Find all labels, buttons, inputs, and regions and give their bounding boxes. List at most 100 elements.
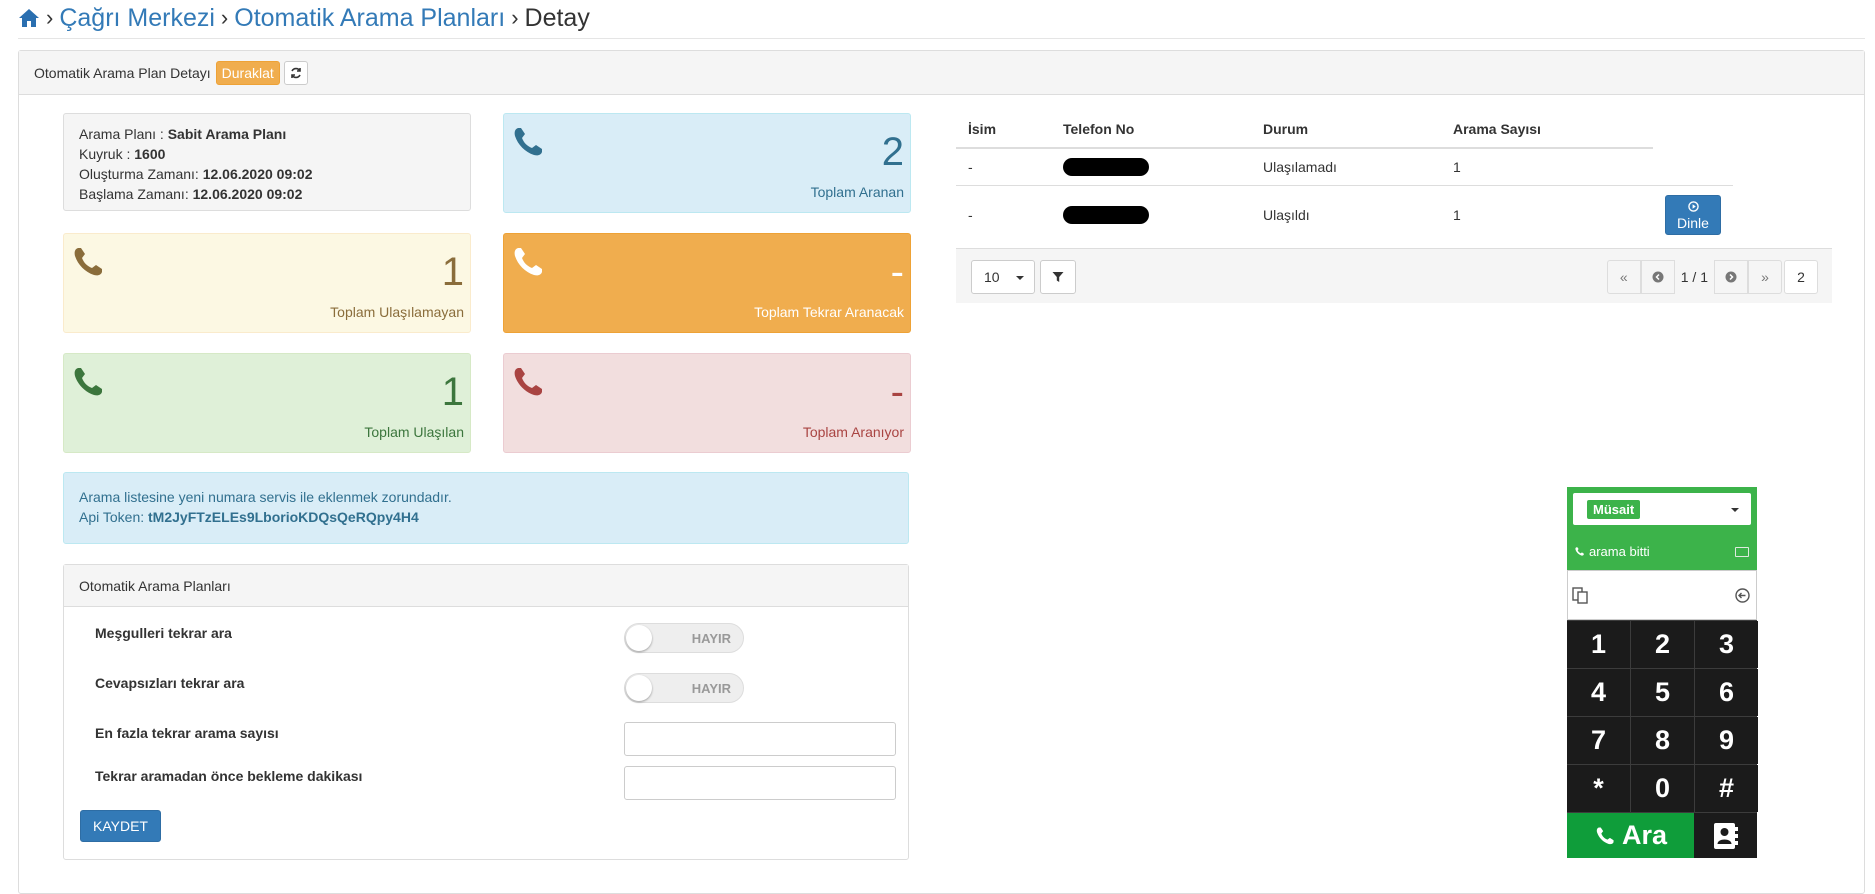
breadcrumb-separator: › [511, 5, 519, 30]
filter-icon [1052, 272, 1064, 282]
key-0[interactable]: 0 [1631, 765, 1694, 812]
chevron-down-icon [1016, 276, 1024, 280]
wait-minutes-input[interactable] [624, 766, 896, 800]
stat-value: 2 [881, 130, 904, 174]
page-info: 1 / 1 [1680, 269, 1708, 285]
home-icon[interactable] [18, 8, 40, 28]
key-8[interactable]: 8 [1631, 717, 1694, 764]
breadcrumb-current: Detay [524, 3, 590, 32]
start-label: Başlama Zamanı: [79, 186, 189, 202]
breadcrumb-separator: › [46, 5, 54, 30]
play-circle-icon [1687, 201, 1699, 213]
key-6[interactable]: 6 [1695, 669, 1758, 716]
phone-icon [70, 244, 106, 280]
call-info-text: arama bitti [1589, 544, 1650, 559]
backspace-icon[interactable] [1735, 588, 1750, 603]
plan-row: Arama Planı : Sabit Arama Planı [79, 124, 455, 144]
pause-button[interactable]: Duraklat [215, 60, 280, 85]
cell-phone [1051, 147, 1251, 186]
chevron-down-icon [1731, 508, 1739, 512]
key-2[interactable]: 2 [1631, 621, 1694, 668]
queue-value: 1600 [134, 146, 166, 162]
plan-value: Sabit Arama Planı [167, 126, 287, 142]
key-3[interactable]: 3 [1695, 621, 1758, 668]
key-4[interactable]: 4 [1567, 669, 1630, 716]
softphone-header: Müsait arama bitti [1567, 487, 1757, 570]
address-book-icon [1713, 822, 1738, 849]
prev-page-icon[interactable] [1640, 260, 1675, 294]
stat-value: - [890, 370, 904, 414]
breadcrumb-link-call-center[interactable]: Çağrı Merkezi [59, 4, 215, 33]
col-phone[interactable]: Telefon No [1051, 113, 1251, 149]
page-size-select[interactable]: 10 [971, 260, 1035, 294]
contacts-button[interactable] [1694, 813, 1757, 858]
cell-status: Ulaşıldı [1251, 185, 1441, 245]
noanswer-recall-toggle[interactable]: HAYIR [624, 673, 744, 703]
page-size-value: 10 [984, 269, 1000, 285]
key-5[interactable]: 5 [1631, 669, 1694, 716]
next-page-icon[interactable] [1714, 260, 1748, 294]
phone-icon [1596, 826, 1614, 844]
key-9[interactable]: 9 [1695, 717, 1758, 764]
toggle-knob [626, 625, 652, 651]
col-status[interactable]: Durum [1251, 113, 1441, 149]
stat-label: Toplam Aranan [810, 184, 904, 200]
listen-label: Dinle [1677, 215, 1709, 232]
cell-phone [1051, 185, 1251, 245]
cell-status: Ulaşılamadı [1251, 147, 1441, 186]
max-retry-input[interactable] [624, 722, 896, 756]
table-row: - Ulaşıldı 1 Dinle [956, 185, 1733, 245]
stat-value: - [890, 250, 904, 294]
filter-button[interactable] [1040, 260, 1076, 294]
key-hash[interactable]: # [1695, 765, 1758, 812]
stat-value: 1 [441, 370, 464, 414]
last-page-icon[interactable]: » [1748, 260, 1782, 294]
col-action [1653, 113, 1733, 148]
queue-label: Kuyruk : [79, 146, 131, 162]
agent-status-select[interactable]: Müsait [1573, 493, 1751, 525]
phone-icon [510, 364, 546, 400]
call-button[interactable]: Ara [1567, 813, 1694, 858]
total-count: 2 [1784, 260, 1818, 294]
listen-button[interactable]: Dinle [1665, 195, 1721, 236]
cell-count: 1 [1441, 185, 1653, 245]
paste-icon[interactable] [1572, 586, 1588, 604]
plan-info-box: Arama Planı : Sabit Arama Planı Kuyruk :… [63, 113, 471, 211]
col-count[interactable]: Arama Sayısı [1441, 113, 1653, 149]
busy-recall-toggle[interactable]: HAYIR [624, 623, 744, 653]
phone-icon [1575, 547, 1584, 556]
pagination: « 1 / 1 » 2 [1606, 260, 1818, 294]
first-page-icon[interactable]: « [1606, 260, 1641, 294]
notice-text: Arama listesine yeni numara servis ile e… [79, 489, 452, 505]
save-button[interactable]: KAYDET [80, 810, 161, 842]
cell-count: 1 [1441, 147, 1653, 186]
toggle-knob [626, 675, 652, 701]
token-value: tM2JyFTzELEs9LborioKDQsQeRQpy4H4 [148, 509, 419, 525]
key-7[interactable]: 7 [1567, 717, 1630, 764]
key-1[interactable]: 1 [1567, 621, 1630, 668]
panel-header: Otomatik Arama Plan Detayı Duraklat [19, 51, 1864, 95]
stat-value: 1 [441, 250, 464, 294]
stat-label: Toplam Ulaşılamayan [330, 304, 464, 320]
stat-label: Toplam Ulaşılan [364, 424, 464, 440]
stat-label: Toplam Tekrar Aranacak [754, 304, 904, 320]
phone-icon [510, 124, 546, 160]
breadcrumb: › Çağrı Merkezi › Otomatik Arama Planlar… [18, 0, 590, 36]
redacted-phone [1063, 206, 1149, 225]
start-value: 12.06.2020 09:02 [192, 186, 303, 202]
stat-total-called: 2 Toplam Aranan [503, 113, 911, 213]
col-name[interactable]: İsim [956, 113, 1051, 149]
breadcrumb-link-auto-call-plans[interactable]: Otomatik Arama Planları [234, 4, 505, 33]
table-footer: 10 « 1 / 1 » 2 [956, 248, 1832, 303]
toggle-text: HAYIR [691, 681, 731, 696]
key-star[interactable]: * [1567, 765, 1630, 812]
api-notice: Arama listesine yeni numara servis ile e… [63, 472, 909, 544]
token-label: Api Token: [79, 509, 145, 525]
cell-name: - [956, 147, 1051, 186]
stat-total-reached: 1 Toplam Ulaşılan [63, 353, 471, 453]
table-row: - Ulaşılamadı 1 [956, 147, 1733, 186]
refresh-icon[interactable] [283, 60, 308, 85]
dial-input[interactable] [1567, 570, 1757, 620]
keyboard-icon[interactable] [1735, 547, 1749, 557]
breadcrumb-separator: › [220, 5, 229, 30]
